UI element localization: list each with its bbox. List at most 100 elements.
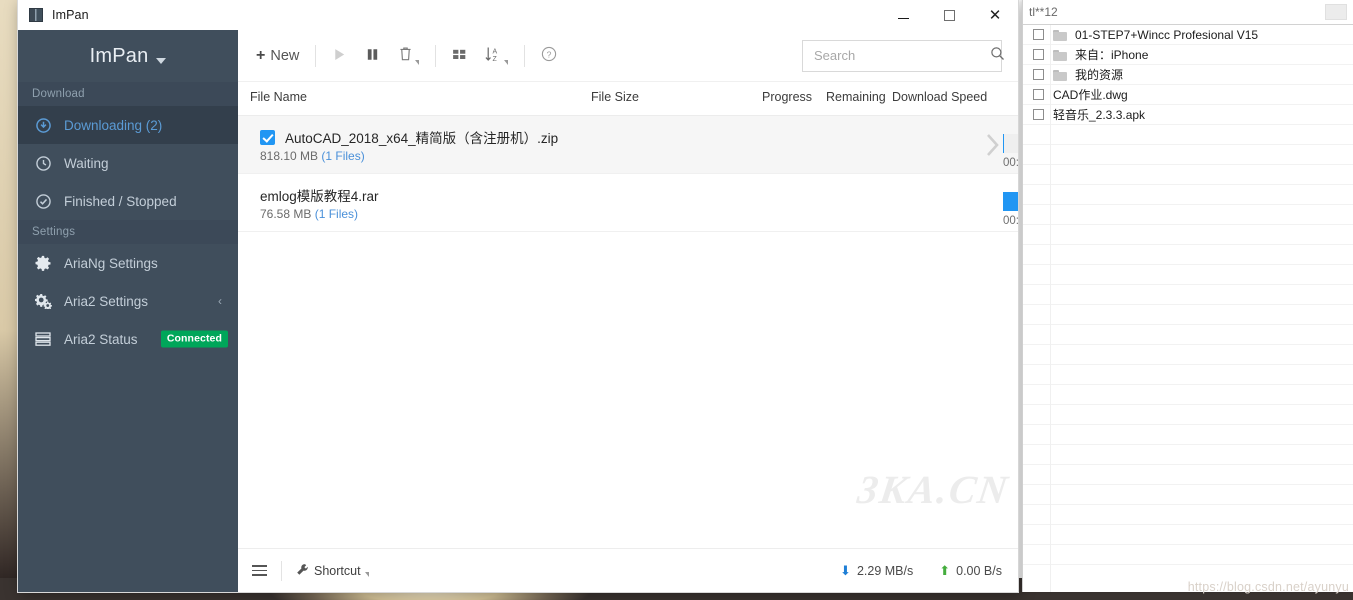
- list-column-divider: [1050, 25, 1051, 592]
- table-row[interactable]: AutoCAD_2018_x64_精简版（含注册机）.zip 818.10 MB…: [238, 116, 1018, 174]
- empty-row: [1023, 425, 1353, 445]
- item-checkbox[interactable]: [1033, 49, 1044, 60]
- maximize-button[interactable]: [926, 0, 972, 30]
- brand-label: ImPan: [89, 44, 149, 67]
- sidebar-item-downloading[interactable]: Downloading (2): [18, 106, 238, 144]
- item-checkbox[interactable]: [1033, 69, 1044, 80]
- sidebar-item-ariang-settings[interactable]: AriaNg Settings: [18, 244, 238, 282]
- help-button[interactable]: ?: [532, 39, 566, 73]
- sidebar-item-label: Aria2 Settings: [64, 293, 149, 309]
- empty-row: [1023, 525, 1353, 545]
- close-button[interactable]: ✕: [972, 0, 1018, 30]
- sidebar-item-finished-stopped[interactable]: Finished / Stopped: [18, 182, 238, 220]
- row-remaining: 00:00:29: [1003, 215, 1018, 227]
- sidebar-item-label: Waiting: [64, 155, 109, 171]
- download-speed-stat: ⬇ 2.29 MB/s: [840, 563, 913, 579]
- list-item[interactable]: 轻音乐_2.3.3.apk: [1023, 105, 1353, 125]
- item-label: 01-STEP7+Wincc Profesional V15: [1075, 27, 1259, 42]
- impan-window: ImPan ✕ ImPan Download Downloading (2) W…: [18, 0, 1018, 592]
- sidebar-item-aria2-settings[interactable]: Aria2 Settings ‹: [18, 282, 238, 320]
- empty-row: [1023, 365, 1353, 385]
- total-upload-speed: 0.00 B/s: [956, 563, 1002, 578]
- start-button[interactable]: [323, 39, 356, 73]
- column-header-download-speed[interactable]: Download Speed: [892, 90, 987, 104]
- chevron-right-icon[interactable]: [982, 128, 1004, 162]
- sidebar-item-aria2-status[interactable]: Aria2 Status Connected: [18, 320, 238, 358]
- trash-icon: [398, 46, 413, 65]
- sidebar-item-waiting[interactable]: Waiting: [18, 144, 238, 182]
- search-input[interactable]: [814, 48, 990, 63]
- item-label: 轻音乐_2.3.3.apk: [1053, 108, 1146, 122]
- chevron-down-icon: [364, 571, 369, 577]
- item-checkbox[interactable]: [1033, 109, 1044, 120]
- empty-row: [1023, 505, 1353, 525]
- arrow-down-icon: ⬇: [840, 562, 851, 578]
- empty-row: [1023, 405, 1353, 425]
- hamburger-icon[interactable]: [252, 565, 267, 576]
- toolbar: + New A Z ? Search: [238, 30, 1018, 82]
- progress-bar: 26.07%: [1003, 192, 1018, 211]
- column-header-file-name[interactable]: File Name: [250, 90, 307, 104]
- svg-text:?: ?: [547, 49, 552, 59]
- new-task-button[interactable]: + New: [248, 39, 308, 73]
- site-watermark: 3KA.CN: [854, 467, 1013, 512]
- row-file-size: 76.58 MB: [260, 207, 312, 221]
- pause-icon: [365, 47, 380, 65]
- search-icon[interactable]: [990, 46, 1005, 66]
- item-checkbox[interactable]: [1033, 89, 1044, 100]
- sort-button[interactable]: A Z: [476, 39, 517, 73]
- wrench-icon: [296, 563, 309, 579]
- download-list: AutoCAD_2018_x64_精简版（含注册机）.zip 818.10 MB…: [238, 116, 1018, 548]
- folder-icon: [1053, 29, 1068, 41]
- item-label: 来自：iPhone: [1075, 48, 1149, 62]
- chevron-down-icon: [156, 57, 167, 64]
- row-file-name: emlog模版教程4.rar: [260, 189, 379, 204]
- window-body: ImPan Download Downloading (2) Waiting F…: [18, 30, 1018, 592]
- empty-row: [1023, 165, 1353, 185]
- table-row[interactable]: emlog模版教程4.rar 76.58 MB (1 Files) 26.07%…: [238, 174, 1018, 232]
- svg-text:Z: Z: [493, 55, 498, 62]
- progress-bar: 1.14%: [1003, 134, 1018, 153]
- column-header-file-size[interactable]: File Size: [591, 90, 639, 104]
- row-file-count[interactable]: (1 Files): [321, 149, 364, 163]
- empty-row: [1023, 125, 1353, 145]
- svg-text:A: A: [493, 48, 498, 55]
- delete-button[interactable]: [389, 39, 428, 73]
- list-item[interactable]: 来自：iPhone: [1023, 45, 1353, 65]
- minimize-button[interactable]: [880, 0, 926, 30]
- list-item[interactable]: 我的资源: [1023, 65, 1353, 85]
- empty-row: [1023, 145, 1353, 165]
- shortcut-button[interactable]: Shortcut: [296, 563, 369, 579]
- table-header: File Name File Size Progress Remaining D…: [238, 82, 1018, 116]
- brand-header[interactable]: ImPan: [18, 30, 238, 82]
- view-button[interactable]: [443, 39, 476, 73]
- row-remaining: 00:33:31: [1003, 157, 1018, 169]
- sidebar: ImPan Download Downloading (2) Waiting F…: [18, 30, 238, 592]
- item-checkbox[interactable]: [1033, 29, 1044, 40]
- panel-action-button[interactable]: [1325, 4, 1347, 20]
- progress-label: 26.07%: [1003, 192, 1018, 211]
- column-header-progress[interactable]: Progress: [762, 90, 812, 104]
- sidebar-item-label: Finished / Stopped: [64, 193, 177, 209]
- row-file-size: 818.10 MB: [260, 149, 319, 163]
- item-label: 我的资源: [1075, 68, 1124, 82]
- row-file-count[interactable]: (1 Files): [315, 207, 358, 221]
- row-checkbox[interactable]: [260, 129, 275, 145]
- help-circle-icon: ?: [541, 46, 557, 65]
- check-circle-icon: [32, 193, 54, 209]
- file-browser-list: 01-STEP7+Wincc Profesional V15 来自：iPhone…: [1023, 25, 1353, 592]
- search-box[interactable]: [802, 39, 1005, 72]
- empty-row: [1023, 325, 1353, 345]
- pause-button[interactable]: [356, 39, 389, 73]
- list-item[interactable]: 01-STEP7+Wincc Profesional V15: [1023, 25, 1353, 45]
- empty-row: [1023, 285, 1353, 305]
- row-file-name: AutoCAD_2018_x64_精简版（含注册机）.zip: [285, 131, 559, 146]
- sidebar-section-download: Download: [18, 82, 238, 106]
- sidebar-section-settings: Settings: [18, 220, 238, 244]
- grid-view-icon: [452, 47, 467, 65]
- file-browser-header: tl**12: [1023, 0, 1353, 25]
- list-item[interactable]: CAD作业.dwg: [1023, 85, 1353, 105]
- column-header-remaining[interactable]: Remaining: [826, 90, 886, 104]
- row-meta: 818.10 MB (1 Files): [260, 149, 365, 163]
- toolbar-divider: [315, 44, 317, 67]
